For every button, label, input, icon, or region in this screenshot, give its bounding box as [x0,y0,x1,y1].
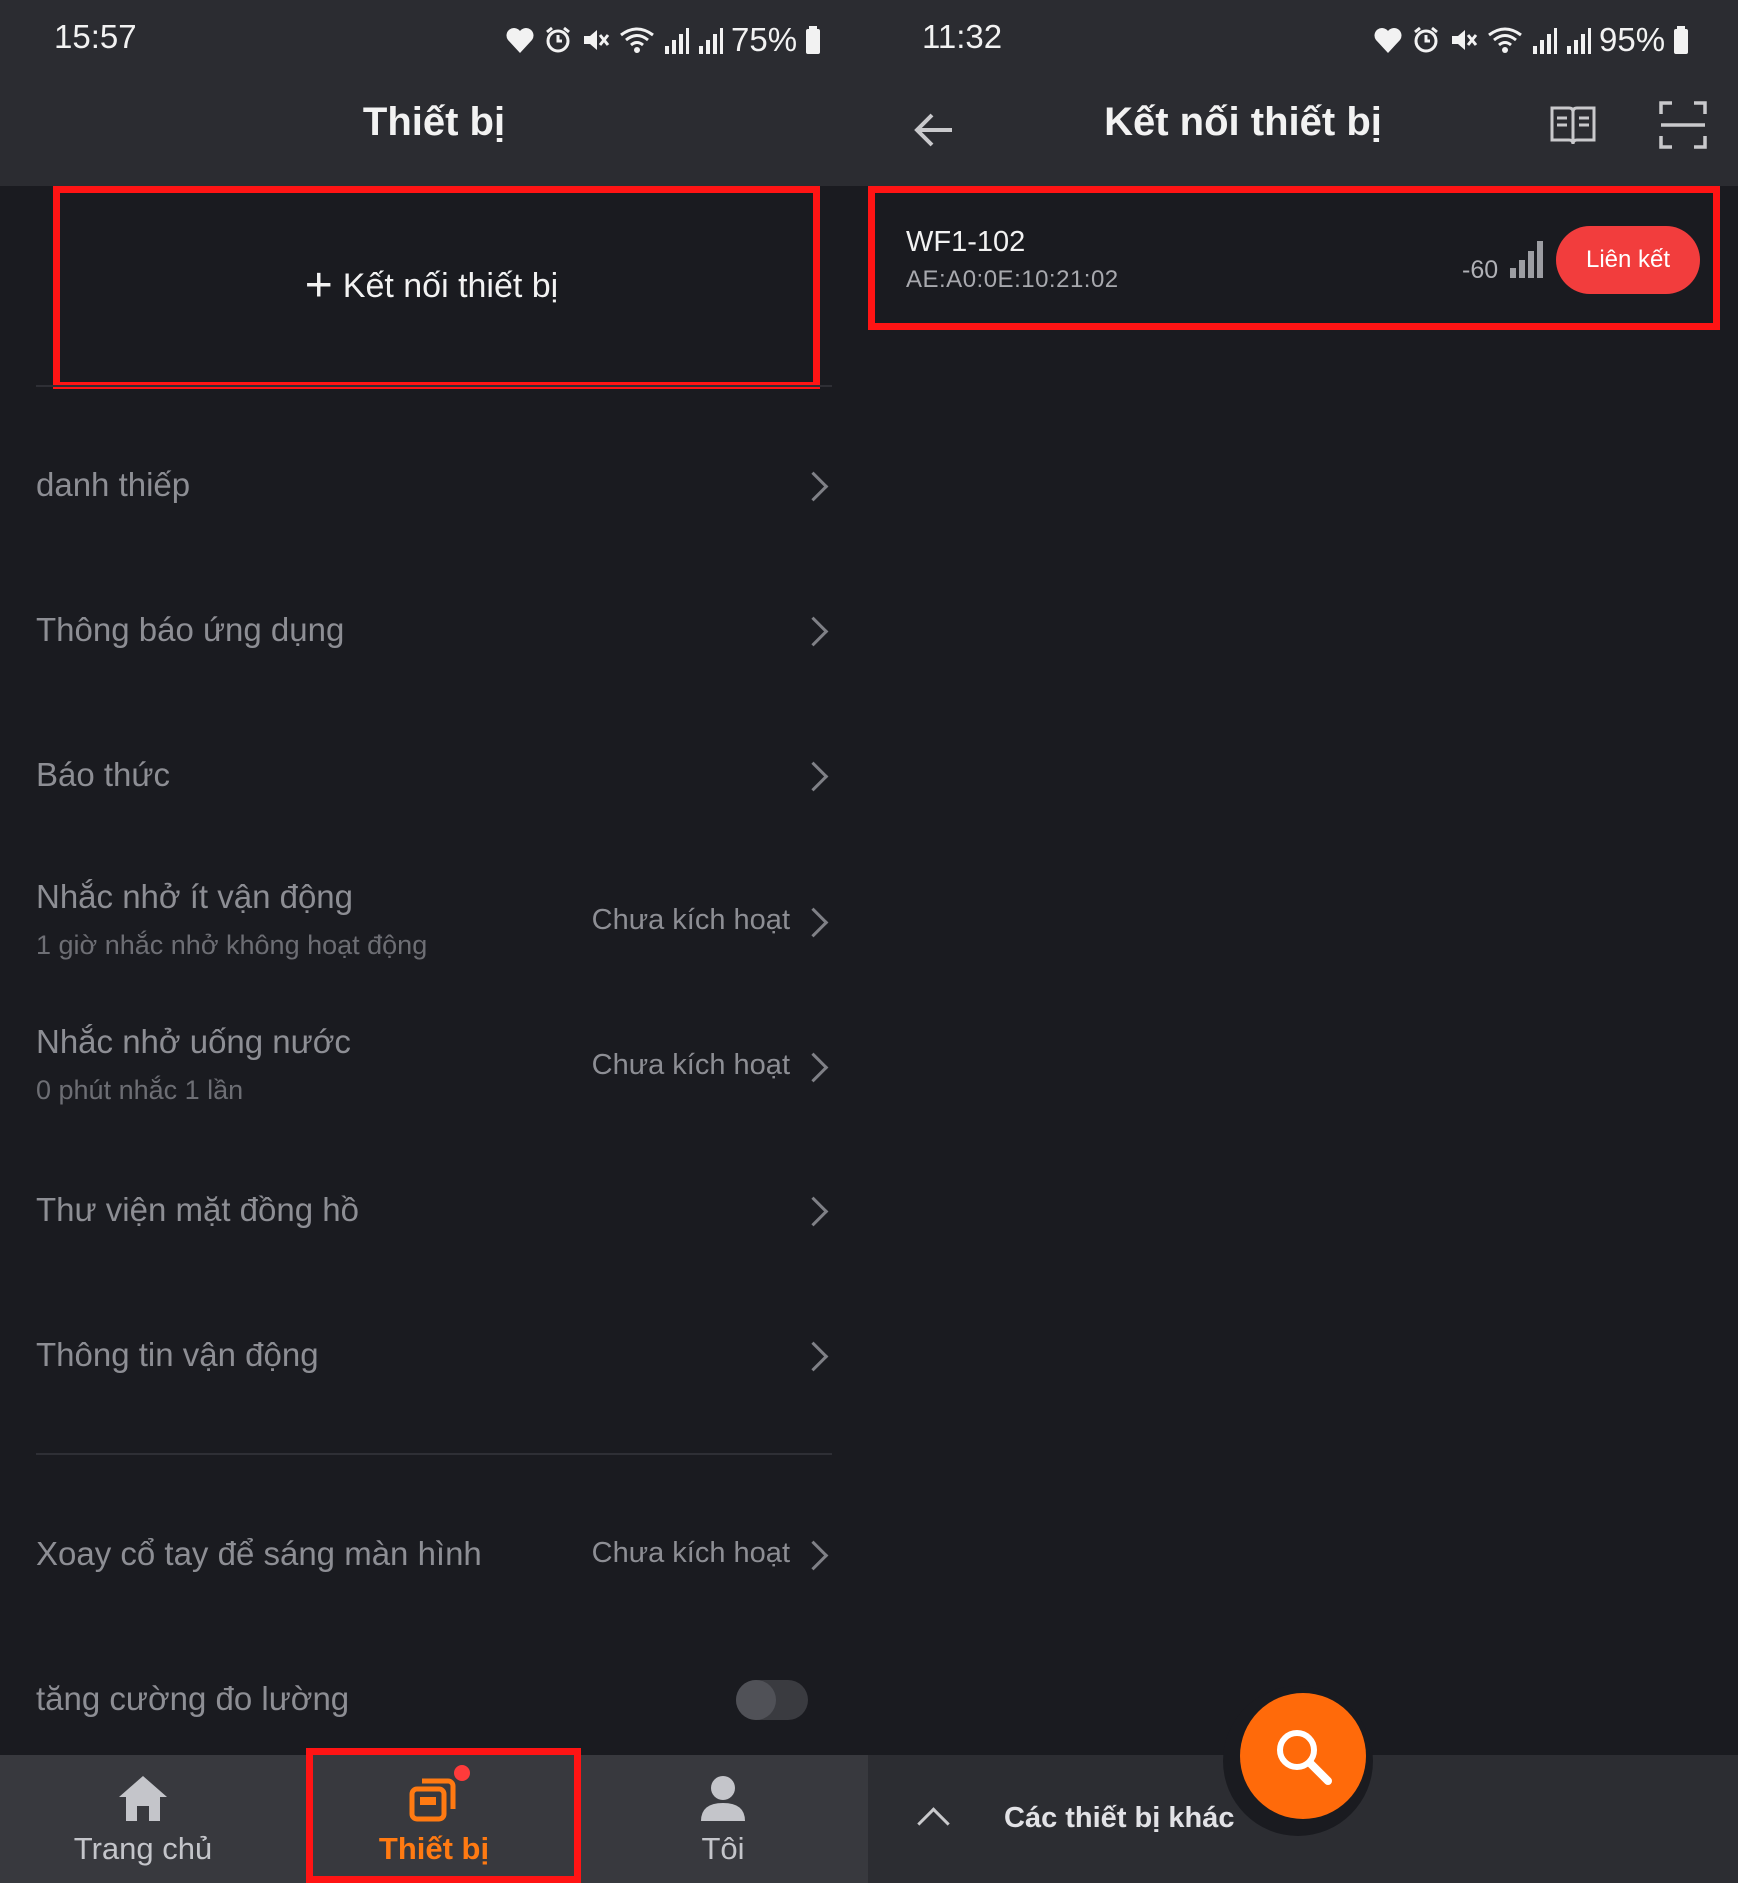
status-label: Chưa kích hoạt [591,1537,790,1569]
chevron-right-icon [798,1540,829,1571]
heart-icon [1374,28,1402,53]
chevron-right-icon [798,616,829,647]
status-bar: 11:32 95% [868,0,1738,82]
search-button[interactable] [1240,1693,1366,1819]
menu-item-app-notifications[interactable]: Thông báo ứng dụng [36,611,832,731]
menu-item-label: Nhắc nhở ít vận động [36,878,354,915]
bottom-nav: Trang chủ Thiết bị Tôi [0,1755,868,1883]
connect-device-button[interactable]: + Kết nối thiết bị [34,186,829,386]
mute-icon [1452,30,1478,50]
menu-item-label: Thông tin vận động [36,1336,319,1373]
manual-book-icon[interactable] [1548,100,1598,150]
home-icon [119,1776,167,1821]
chevron-right-icon [798,761,829,792]
menu-item-label: Xoay cổ tay để sáng màn hình [36,1535,482,1572]
menu-item-business-card[interactable]: danh thiếp [36,466,832,586]
wifi-icon [1488,27,1522,53]
status-label: Chưa kích hoạt [591,904,790,936]
battery-icon [1674,26,1689,54]
device-icon [409,1778,456,1822]
nav-label: Thiết bị [378,1831,490,1866]
menu-item-sedentary-reminder[interactable]: Nhắc nhở ít vận động 1 giờ nhắc nhở khôn… [36,878,832,998]
menu-item-label: danh thiếp [36,466,191,503]
nav-label: Tôi [701,1831,745,1866]
menu-item-alarm[interactable]: Báo thức [36,756,832,876]
battery-percent: 75% [731,21,798,58]
user-icon [701,1776,745,1821]
search-icon [1277,1730,1332,1785]
signal-icon [665,28,689,54]
chevron-right-icon [798,1196,829,1227]
connect-device-label: + Kết nối thiết bị [304,259,559,312]
menu-item-raise-to-wake[interactable]: Xoay cổ tay để sáng màn hình Chưa kích h… [36,1535,832,1655]
menu-item-subtitle: 1 giờ nhắc nhở không hoạt động [36,930,428,960]
heart-icon [506,28,534,53]
nav-tab-me[interactable]: Tôi [623,1755,823,1883]
divider [36,1453,832,1455]
notification-dot [454,1765,470,1781]
alarm-icon [546,26,570,53]
menu-item-water-reminder[interactable]: Nhắc nhở uống nước 0 phút nhắc 1 lần Chư… [36,1023,832,1143]
nav-tab-device[interactable]: Thiết bị [334,1755,534,1883]
mute-icon [584,30,610,50]
menu-item-watch-faces[interactable]: Thư viện mặt đồng hồ [36,1191,832,1311]
menu-item-label: Thư viện mặt đồng hồ [36,1191,359,1228]
signal-icon [699,28,723,54]
battery-percent: 95% [1599,21,1666,58]
nav-label: Trang chủ [73,1831,213,1866]
page-title: Kết nối thiết bị [1104,100,1382,144]
connect-device-screen: 11:32 95% Kết nối thiết bị WF1-102 AE:A0… [868,0,1738,1883]
device-screen: 15:57 75% Thiết bị + Kết nối thiết bị da… [0,0,868,1883]
wifi-icon [620,27,654,53]
chevron-right-icon [798,907,829,938]
other-devices-label: Các thiết bị khác [1004,1802,1235,1834]
menu-item-label: tăng cường đo lường [36,1680,350,1717]
menu-item-activity-info[interactable]: Thông tin vận động [36,1336,832,1456]
menu-item-subtitle: 0 phút nhắc 1 lần [36,1075,244,1105]
signal-icon [1533,28,1557,54]
device-list-item[interactable]: WF1-102 AE:A0:0E:10:21:02 -60 Liên kết [868,186,1738,330]
status-icons: 75% [505,20,821,60]
alarm-icon [1414,26,1438,53]
scan-icon[interactable] [1658,100,1708,150]
plus-icon: + [304,259,333,312]
enhanced-measurement-toggle[interactable] [736,1680,808,1720]
toggle-knob [736,1680,776,1720]
link-device-button[interactable]: Liên kết [1556,226,1700,294]
connect-device-text: Kết nối thiết bị [342,266,559,305]
menu-item-label: Thông báo ứng dụng [36,611,345,648]
nav-tab-home[interactable]: Trang chủ [43,1755,243,1883]
device-name: WF1-102 [906,226,1026,258]
app-bar: Thiết bị [0,82,868,186]
status-icons: 95% [1373,20,1689,60]
status-time: 15:57 [54,18,137,55]
device-mac: AE:A0:0E:10:21:02 [906,266,1119,293]
battery-icon [806,26,821,54]
chevron-right-icon [798,1052,829,1083]
chevron-right-icon [798,1341,829,1372]
status-label: Chưa kích hoạt [591,1049,790,1081]
device-rssi: -60 [1462,256,1499,284]
signal-icon [1567,28,1591,54]
chevron-right-icon [798,471,829,502]
menu-item-label: Báo thức [36,756,170,793]
menu-item-label: Nhắc nhở uống nước [36,1023,351,1060]
divider [36,385,832,387]
status-time: 11:32 [922,18,1003,55]
page-title: Thiết bị [362,100,506,144]
app-bar: Kết nối thiết bị [868,82,1738,186]
status-bar: 15:57 75% [0,0,868,82]
signal-strength-icon [1510,241,1543,278]
